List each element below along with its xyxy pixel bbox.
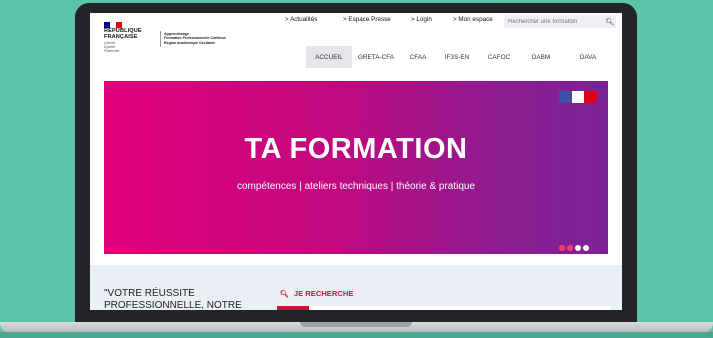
link-espace-presse[interactable]: > Espace Presse xyxy=(343,16,411,28)
motto: Liberté Égalité Fraternité xyxy=(104,41,142,53)
laptop-screen: RÉPUBLIQUE FRANÇAISE Liberté Égalité Fra… xyxy=(90,13,622,310)
nav-if3s-en[interactable]: IF3S-EN xyxy=(436,46,478,68)
site-header: RÉPUBLIQUE FRANÇAISE Liberté Égalité Fra… xyxy=(90,13,622,75)
nav-cfaa[interactable]: CFAA xyxy=(400,46,436,68)
carousel-dot[interactable] xyxy=(559,245,565,251)
logo-separator xyxy=(160,31,161,47)
nav-accueil[interactable]: ACCUEIL xyxy=(306,46,352,68)
nav-cafoc[interactable]: CAFOC xyxy=(478,46,520,68)
quote-line: "VOTRE RÉUSSITE xyxy=(104,288,195,299)
rf-line-2: FRANÇAISE xyxy=(104,34,138,40)
search-icon[interactable]: 🔍︎ xyxy=(604,18,616,26)
carousel-dot[interactable] xyxy=(567,245,573,251)
motto-line: Fraternité xyxy=(104,49,120,53)
link-mon-espace[interactable]: > Mon espace xyxy=(453,16,503,28)
hero-subtitle: compétences | ateliers techniques | théo… xyxy=(236,181,476,192)
hero-title: TA FORMATION xyxy=(244,133,468,165)
lower-section: "VOTRE RÉUSSITE PROFESSIONNELLE, NOTRE 🔍… xyxy=(90,265,622,310)
search-box: 🔍︎ xyxy=(504,15,616,28)
search-heading-label: JE RECHERCHE xyxy=(293,289,354,298)
hero-carousel[interactable]: TA FORMATION compétences | ateliers tech… xyxy=(104,81,608,254)
carousel-dot[interactable] xyxy=(575,245,581,251)
laptop-shadow xyxy=(0,332,713,338)
search-panel xyxy=(277,306,610,310)
organisation-tagline: Apprentissage Formation Professionnelle … xyxy=(164,32,226,45)
search-icon: 🔍︎ xyxy=(280,290,289,298)
nav-greta-cfa[interactable]: GRETA-CFA xyxy=(352,46,400,68)
nav-dava[interactable]: DAVA xyxy=(562,46,614,68)
top-navigation: > Actualités > Espace Presse > Login > M… xyxy=(285,16,503,28)
main-navigation: ACCUEIL GRETA-CFA CFAA IF3S-EN CAFOC DAB… xyxy=(306,46,614,68)
quote-line: PROFESSIONNELLE, NOTRE xyxy=(104,300,242,310)
marianne-logo-icon xyxy=(559,91,598,103)
search-panel-tab[interactable] xyxy=(277,306,309,310)
republique-logo[interactable]: RÉPUBLIQUE FRANÇAISE Liberté Égalité Fra… xyxy=(104,22,142,53)
laptop-base-notch xyxy=(300,322,412,327)
tagline-quote: "VOTRE RÉUSSITE PROFESSIONNELLE, NOTRE xyxy=(104,288,242,310)
tagline-line: Région académique Occitanie xyxy=(164,40,216,45)
search-heading: 🔍︎ JE RECHERCHE xyxy=(280,289,353,298)
carousel-dots xyxy=(559,245,591,251)
carousel-dot[interactable] xyxy=(583,245,589,251)
nav-dabm[interactable]: DABM xyxy=(520,46,562,68)
search-input[interactable] xyxy=(504,16,604,27)
link-login[interactable]: > Login xyxy=(411,16,453,28)
link-actualites[interactable]: > Actualités xyxy=(285,16,343,28)
